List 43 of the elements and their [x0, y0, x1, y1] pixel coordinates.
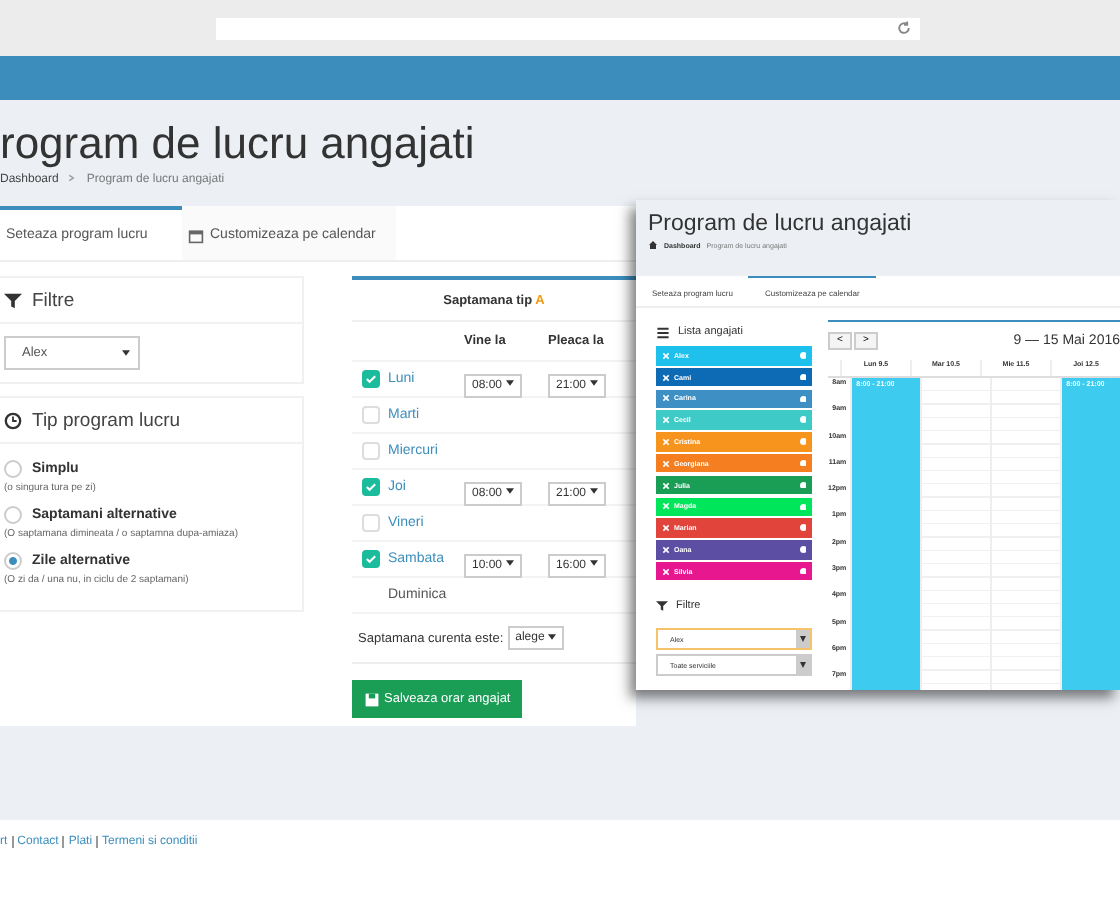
- page-title: Program de lucru angajati: [648, 212, 914, 236]
- dot-icon: [799, 416, 806, 424]
- close-icon[interactable]: [662, 545, 670, 554]
- dot-icon: [799, 373, 806, 381]
- caret-icon: [589, 380, 598, 387]
- dot-icon: [799, 352, 806, 359]
- radio-button[interactable]: [4, 552, 22, 570]
- caret-icon: [548, 633, 556, 640]
- page-title: rogram de lucru angajati: [0, 118, 477, 170]
- dot-icon: [799, 567, 806, 575]
- filter-icon: [4, 291, 22, 309]
- caret-icon: [589, 488, 598, 495]
- caret-icon: [505, 380, 514, 387]
- card-title: Filtre: [32, 289, 75, 311]
- home-icon: [648, 240, 658, 250]
- caret-icon: [589, 560, 598, 567]
- radio-button[interactable]: [4, 460, 22, 478]
- radio-button[interactable]: [4, 506, 22, 524]
- caret-icon: [505, 488, 514, 495]
- dot-icon: [799, 524, 806, 532]
- dot-icon: [799, 503, 806, 511]
- close-icon[interactable]: [662, 567, 670, 576]
- clock-icon: [4, 411, 22, 429]
- close-icon[interactable]: [662, 481, 670, 490]
- dot-icon: [799, 481, 806, 489]
- dot-icon: [799, 459, 806, 467]
- day-checkbox[interactable]: [361, 370, 379, 388]
- refresh-icon[interactable]: [896, 20, 912, 36]
- day-checkbox[interactable]: [361, 478, 379, 496]
- dot-icon: [799, 395, 806, 403]
- caret-icon: [122, 350, 130, 356]
- day-checkbox[interactable]: [361, 550, 379, 568]
- caret-icon: [505, 560, 514, 567]
- close-icon[interactable]: [662, 373, 670, 382]
- chevron-icon: [68, 174, 77, 182]
- close-icon[interactable]: [662, 524, 670, 533]
- card-title: Tip program lucru: [32, 409, 181, 431]
- dot-icon: [799, 546, 806, 554]
- close-icon[interactable]: [662, 394, 670, 403]
- filter-icon: [656, 600, 668, 613]
- dot-icon: [799, 438, 806, 446]
- calendar-icon: [188, 227, 204, 243]
- list-icon: [656, 325, 670, 339]
